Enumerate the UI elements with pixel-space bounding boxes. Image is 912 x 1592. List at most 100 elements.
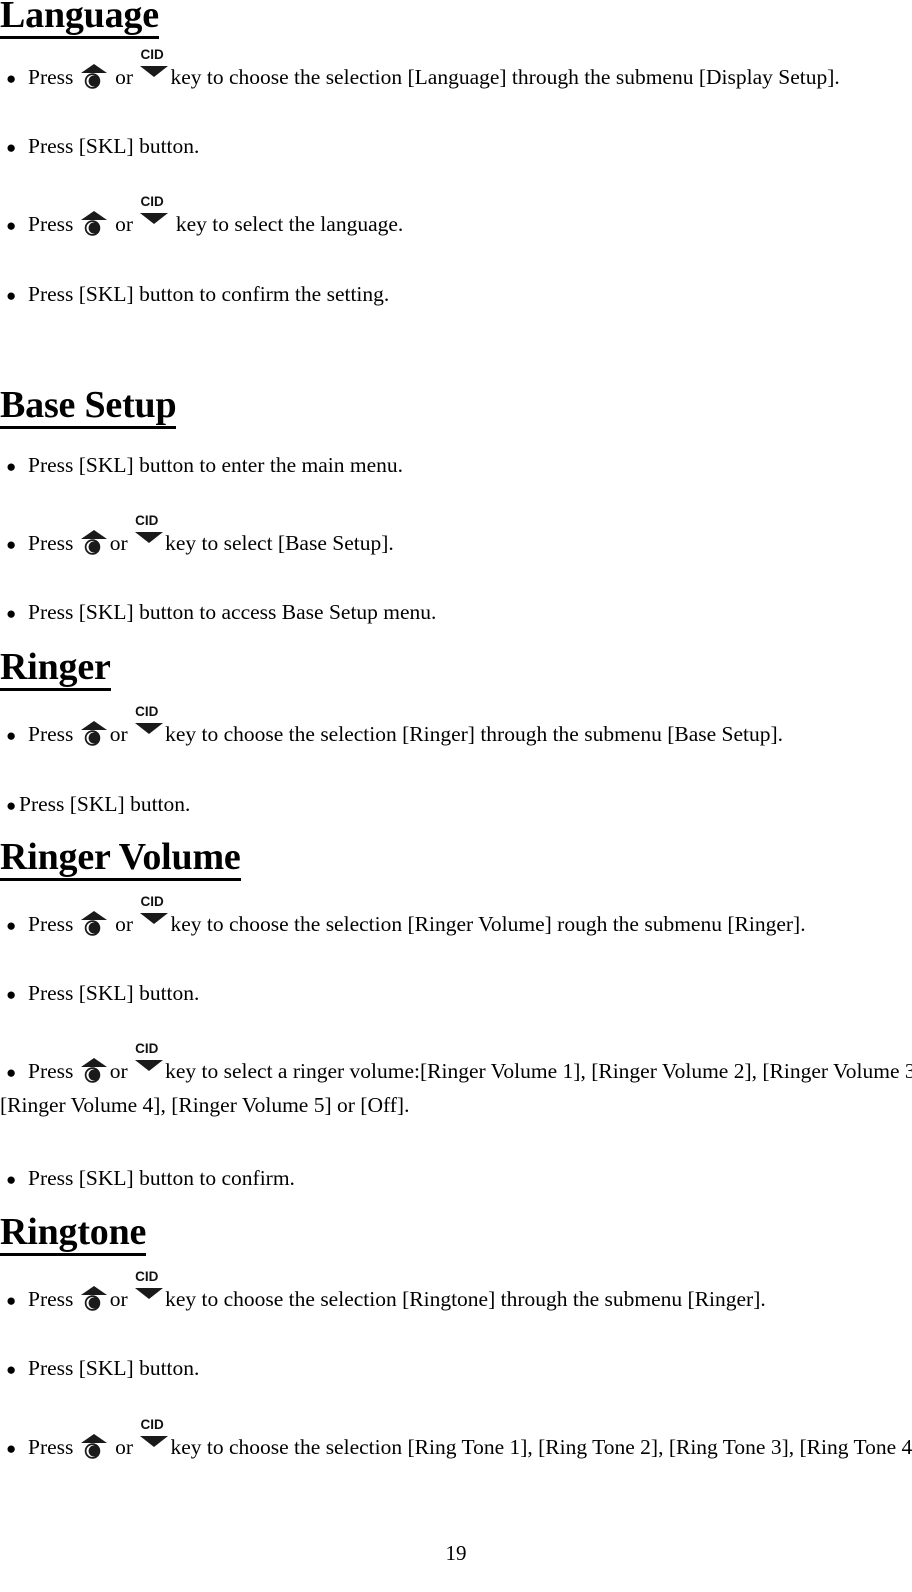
bullet-text-post: key to choose the selection [Ring Tone 1… <box>170 1435 912 1459</box>
up-arrow-contrast-key-icon <box>80 911 109 936</box>
bullet-text-post: key to select [Base Setup]. <box>165 531 394 555</box>
triangle-up-shape <box>80 530 107 539</box>
cid-label: CID <box>135 704 159 719</box>
contrast-circle-shape <box>84 1295 101 1311</box>
bullet-marker: ● <box>6 985 17 1004</box>
section-heading-language: Language <box>0 0 159 39</box>
contrast-circle-shape <box>84 920 101 936</box>
bullet-text-or: or <box>115 912 134 936</box>
bullet-text-pre: Press <box>28 1059 74 1083</box>
bullet-ringer-1: ● Press or CID key to choose the selection… <box>6 705 784 751</box>
bullet-text-post: key to choose the selection [Ringer] thr… <box>165 722 784 746</box>
cid-down-arrow-key-icon: CID <box>134 1270 164 1310</box>
contrast-circle-shape <box>84 730 101 746</box>
heading-text: Language <box>0 0 159 39</box>
bullet-text-cont: [Ringer Volume 4], [Ringer Volume 5] or … <box>0 1093 410 1117</box>
bullet-ringer-volume-2: ● Press [SKL] button. <box>6 978 199 1010</box>
bullet-ringtone-1: ● Press or CID key to choose the selection… <box>6 1270 766 1316</box>
up-arrow-contrast-key-icon <box>80 721 109 746</box>
bullet-language-2: ● Press [SKL] button. <box>6 131 199 163</box>
bullet-ringer-volume-3-continuation: [Ringer Volume 4], [Ringer Volume 5] or … <box>0 1090 409 1120</box>
triangle-up-shape <box>80 1058 107 1067</box>
bullet-text: Press [SKL] button to enter the main men… <box>28 453 403 477</box>
bullet-text-or: or <box>109 722 128 746</box>
bullet-text-or: or <box>109 531 128 555</box>
section-heading-ringtone: Ringtone <box>0 1213 146 1256</box>
bullet-ringer-volume-3: ● Press or CID key to select a ringer volu… <box>6 1042 912 1088</box>
cid-down-arrow-key-icon: CID <box>134 514 164 554</box>
cid-down-arrow-key-icon: CID <box>139 1418 169 1458</box>
bullet-text-post: key to choose the selection [Language] t… <box>170 65 840 89</box>
bullet-ringer-volume-4: ● Press [SKL] button to confirm. <box>6 1163 295 1195</box>
up-arrow-contrast-key-icon <box>80 1058 109 1083</box>
cid-label: CID <box>140 47 164 62</box>
heading-text: Ringtone <box>0 1213 146 1256</box>
bullet-text-or: or <box>109 1287 128 1311</box>
bullet-marker: ● <box>6 535 17 554</box>
bullet-marker: ● <box>6 216 17 235</box>
bullet-text-post: key to select the language. <box>175 212 404 236</box>
bullet-text-or: or <box>115 65 134 89</box>
triangle-up-shape <box>80 911 107 920</box>
section-heading-ringer-volume: Ringer Volume <box>0 838 241 881</box>
cid-label: CID <box>140 194 164 209</box>
triangle-up-shape <box>80 721 107 730</box>
bullet-marker: ● <box>6 457 17 476</box>
bullet-text-or: or <box>115 212 134 236</box>
triangle-down-shape <box>135 532 164 543</box>
heading-text: Base Setup <box>0 386 177 429</box>
contrast-circle-shape <box>84 1443 101 1459</box>
triangle-up-shape <box>80 1286 107 1295</box>
heading-text: Ringer Volume <box>0 838 241 881</box>
cid-label: CID <box>135 513 159 528</box>
bullet-text: Press [SKL] button. <box>28 134 200 158</box>
cid-label: CID <box>135 1269 159 1284</box>
bullet-ringer-2: ● Press [SKL] button. <box>6 789 190 821</box>
bullet-marker: ● <box>6 1439 17 1458</box>
contrast-circle-shape <box>84 539 101 555</box>
bullet-marker: ● <box>6 138 17 157</box>
up-arrow-contrast-key-icon <box>80 211 109 236</box>
bullet-text: Press [SKL] button. <box>19 792 191 816</box>
bullet-ringtone-2: ● Press [SKL] button. <box>6 1353 199 1385</box>
section-heading-ringer: Ringer <box>0 648 111 691</box>
triangle-down-shape <box>135 1060 164 1071</box>
triangle-down-shape <box>140 66 169 77</box>
triangle-down-shape <box>140 1436 169 1447</box>
triangle-down-shape <box>140 913 169 924</box>
triangle-down-shape <box>135 1288 164 1299</box>
bullet-ringtone-3: ● Press or CID key to choose the selection… <box>6 1418 912 1464</box>
bullet-marker: ● <box>6 1063 17 1082</box>
bullet-text: Press [SKL] button. <box>28 1356 200 1380</box>
up-arrow-contrast-key-icon <box>80 1434 109 1459</box>
bullet-text: Press [SKL] button to confirm. <box>28 1166 295 1190</box>
up-arrow-contrast-key-icon <box>80 64 109 89</box>
bullet-language-4: ● Press [SKL] button to confirm the setti… <box>6 279 389 311</box>
cid-down-arrow-key-icon: CID <box>134 705 164 745</box>
bullet-text-post: key to select a ringer volume:[Ringer Vo… <box>165 1059 912 1083</box>
bullet-text-pre: Press <box>28 1435 74 1459</box>
bullet-text: Press [SKL] button to access Base Setup … <box>28 600 437 624</box>
contrast-circle-shape <box>84 220 101 236</box>
contrast-circle-shape <box>84 73 101 89</box>
bullet-marker: ● <box>6 286 17 305</box>
triangle-down-shape <box>140 213 169 224</box>
bullet-text: Press [SKL] button. <box>28 981 200 1005</box>
manual-page: Language ● Press or CID key to choose the … <box>0 0 912 1592</box>
bullet-text-post: key to choose the selection [Ringer Volu… <box>170 912 806 936</box>
bullet-text-pre: Press <box>28 212 74 236</box>
bullet-marker: ● <box>6 726 17 745</box>
bullet-language-1: ● Press or CID key to choose the selection… <box>6 48 840 94</box>
bullet-marker: ● <box>6 1291 17 1310</box>
up-arrow-contrast-key-icon <box>80 1286 109 1311</box>
cid-down-arrow-key-icon: CID <box>139 195 169 235</box>
bullet-text-post: key to choose the selection [Ringtone] t… <box>165 1287 766 1311</box>
bullet-text-pre: Press <box>28 531 74 555</box>
bullet-text-or: or <box>115 1435 134 1459</box>
triangle-up-shape <box>80 1434 107 1443</box>
contrast-circle-shape <box>84 1067 101 1083</box>
triangle-up-shape <box>80 211 107 220</box>
bullet-ringer-volume-1: ● Press or CID key to choose the selection… <box>6 895 806 941</box>
cid-down-arrow-key-icon: CID <box>134 1042 164 1082</box>
bullet-marker: ● <box>6 69 17 88</box>
